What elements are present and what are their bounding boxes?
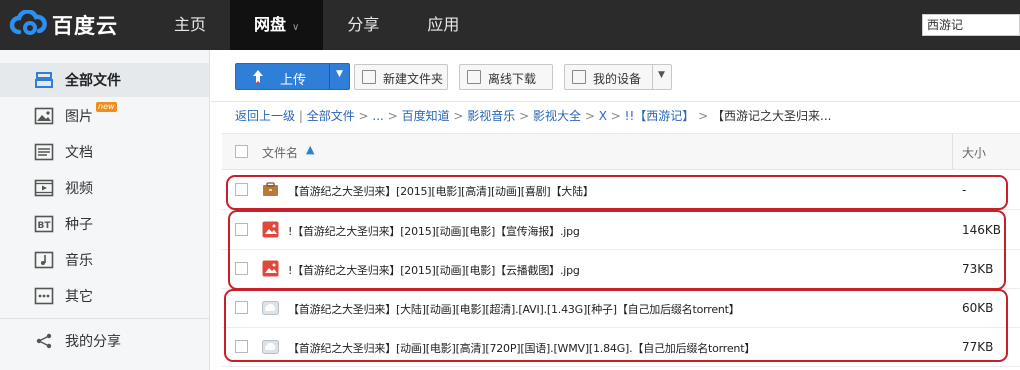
sidebar-item-label: 种子 [65,217,93,233]
breadcrumb-item[interactable]: ... [372,109,383,123]
breadcrumb-separator: | [298,109,307,123]
breadcrumb-item[interactable]: !!【西游记】 [625,109,695,123]
image-icon [34,107,54,125]
other-icon [34,287,54,305]
sidebar-item-torrents[interactable]: BT 种子 [0,207,209,241]
upload-label: 上传 [280,73,307,88]
breadcrumb-current: 【西游记之大圣归来... [712,109,832,123]
sidebar-item-images[interactable]: 图片 new [0,99,209,133]
toolbar: 上传 ▼ 新建文件夹 离线下载 我的设备 ▼ [211,50,1020,102]
sidebar-item-label: 我的分享 [65,334,121,350]
logo[interactable]: 百度云 [8,8,118,42]
search-input[interactable]: 西游记 [922,14,1020,36]
video-icon [34,179,54,197]
offline-download-label: 离线下载 [488,72,537,86]
breadcrumb-separator: > [698,109,712,123]
highlight-outline [226,175,1008,210]
sidebar-item-label: 视频 [65,181,93,197]
breadcrumb-back-link[interactable]: 返回上一级 [235,109,295,123]
bt-icon: BT [34,215,54,233]
device-icon [572,70,586,84]
my-devices-button[interactable]: 我的设备 ▼ [564,64,672,90]
sort-arrow-up-icon[interactable]: ▲ [306,143,314,156]
new-folder-label: 新建文件夹 [383,72,444,86]
nav-apps-label: 应用 [427,15,460,34]
sidebar-divider [0,318,209,319]
breadcrumb-separator: > [358,109,373,123]
upload-divider [329,64,330,89]
sidebar-item-label: 图片 [65,109,93,125]
cloud-logo-icon [9,10,47,35]
sidebar-item-videos[interactable]: 视频 [0,171,209,205]
document-icon [34,143,54,161]
breadcrumb: 返回上一级 | 全部文件 > ... > 百度知道 > 影视音乐 > 影视大全 … [235,107,831,127]
sidebar-item-my-shares[interactable]: 我的分享 [0,324,209,358]
highlight-outline [224,289,1008,362]
sidebar-item-label: 音乐 [65,253,93,269]
breadcrumb-separator: > [519,109,534,123]
nav-share[interactable]: 分享 [323,0,403,50]
share-icon [34,332,54,350]
download-icon [467,70,481,84]
nav-netdisk[interactable]: 网盘 ∨ [230,0,324,50]
breadcrumb-item[interactable]: 百度知道 [402,109,450,123]
breadcrumb-item[interactable]: 影视音乐 [467,109,515,123]
nav-netdisk-label: 网盘 [254,15,287,34]
nav-share-label: 分享 [347,15,380,34]
new-folder-button[interactable]: 新建文件夹 [354,64,448,90]
sidebar-item-all-files[interactable]: 全部文件 [0,63,209,97]
caret-down-icon[interactable]: ▼ [336,69,343,79]
sidebar: 全部文件 图片 new 文档 视频 BT 种子 音乐 其它 我的分享 [0,50,210,370]
breadcrumb-separator: > [584,109,599,123]
upload-button[interactable]: 上传 ▼ [235,63,350,90]
sidebar-item-label: 全部文件 [65,73,121,89]
breadcrumb-separator: > [453,109,468,123]
offline-download-button[interactable]: 离线下载 [459,64,553,90]
breadcrumb-separator: > [387,109,402,123]
my-devices-divider [652,65,653,89]
main-nav: 主页 网盘 ∨ 分享 应用 [150,0,483,50]
nav-home[interactable]: 主页 [150,0,230,50]
file-list-header: 文件名 ▲ 大小 [222,133,1020,170]
sidebar-item-music[interactable]: 音乐 [0,243,209,277]
new-badge: new [96,102,117,112]
breadcrumb-separator: > [610,109,625,123]
nav-home-label: 主页 [174,15,207,34]
column-header-size[interactable]: 大小 [962,144,986,161]
music-icon [34,251,54,269]
breadcrumb-item[interactable]: 全部文件 [307,109,355,123]
top-bar: 百度云 主页 网盘 ∨ 分享 应用 西游记 [0,0,1020,50]
column-divider [952,134,953,169]
breadcrumb-item[interactable]: 影视大全 [533,109,581,123]
svg-text:BT: BT [38,221,52,231]
my-devices-label: 我的设备 [593,72,642,86]
sidebar-item-label: 其它 [65,289,93,305]
chevron-down-icon: ∨ [292,22,300,33]
new-folder-icon [362,70,376,84]
sidebar-item-other[interactable]: 其它 [0,279,209,313]
nav-apps[interactable]: 应用 [403,0,483,50]
caret-down-icon[interactable]: ▼ [658,70,665,80]
sidebar-item-documents[interactable]: 文档 [0,135,209,169]
brand-name: 百度云 [52,14,118,38]
highlight-outline [228,210,1006,290]
breadcrumb-item[interactable]: X [599,109,607,123]
sidebar-item-label: 文档 [65,145,93,161]
all-files-icon [34,71,54,89]
select-all-checkbox[interactable] [235,145,248,158]
upload-icon [250,69,266,85]
column-header-name[interactable]: 文件名 [262,144,298,161]
